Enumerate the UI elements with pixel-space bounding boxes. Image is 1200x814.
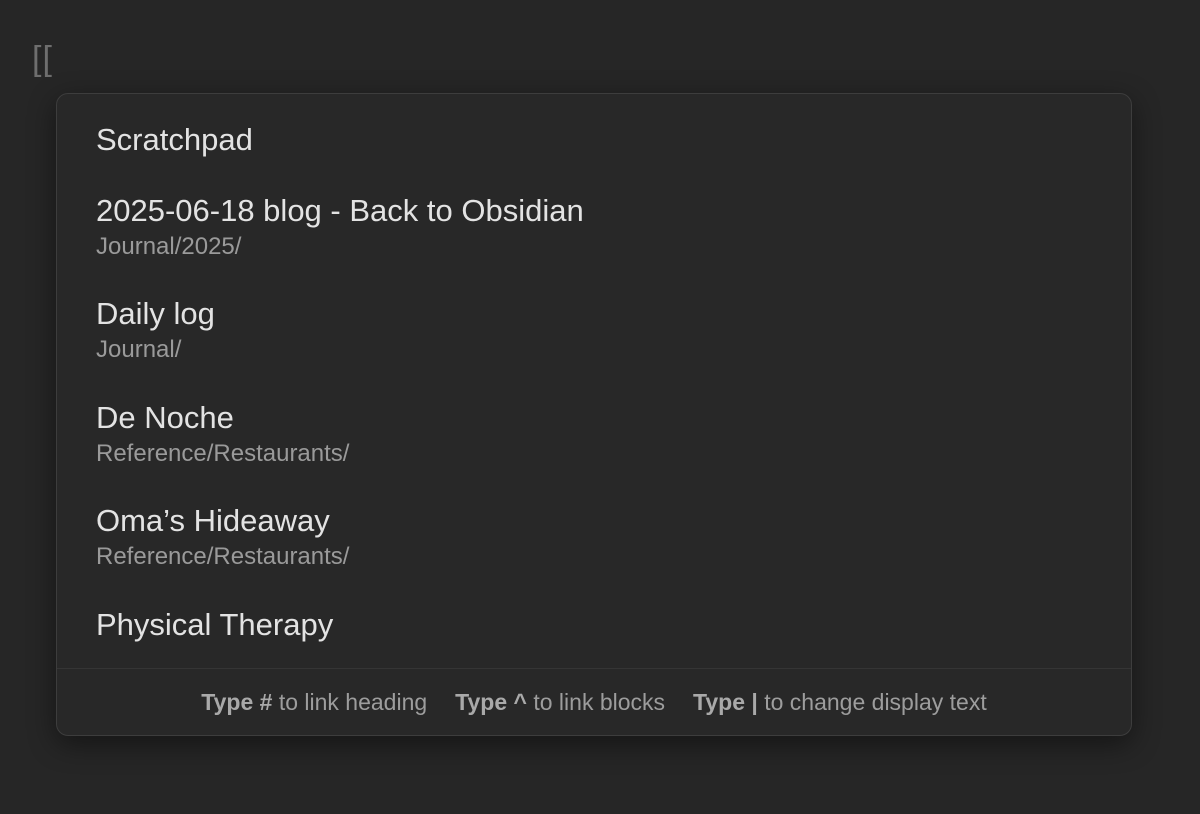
suggestion-item-blog-back-to-obsidian[interactable]: 2025-06-18 blog - Back to Obsidian Journ…: [96, 192, 1111, 262]
suggestion-title: Daily log: [96, 296, 215, 331]
hint-key: Type |: [693, 688, 758, 715]
suggestion-title: Oma’s Hideaway: [96, 503, 330, 538]
suggestion-title: Physical Therapy: [96, 607, 334, 642]
suggestion-title: 2025-06-18 blog - Back to Obsidian: [96, 193, 584, 228]
hint-link-heading: Type # to link heading: [201, 689, 427, 716]
suggestion-item-physical-therapy[interactable]: Physical Therapy: [96, 606, 1111, 644]
hint-key: Type #: [201, 688, 273, 715]
hint-link-blocks: Type ^ to link blocks: [455, 689, 665, 716]
hint-change-display-text: Type | to change display text: [693, 689, 987, 716]
link-suggestion-popup: Scratchpad 2025-06-18 blog - Back to Obs…: [56, 93, 1132, 736]
suggestion-item-daily-log[interactable]: Daily log Journal/: [96, 295, 1111, 365]
suggestion-item-de-noche[interactable]: De Noche Reference/Restaurants/: [96, 399, 1111, 469]
hint-key: Type ^: [455, 688, 527, 715]
editor-link-trigger-text: [[: [32, 40, 53, 78]
instructions-footer: Type # to link heading Type ^ to link bl…: [57, 668, 1131, 735]
suggestion-title: De Noche: [96, 400, 234, 435]
suggestion-path: Journal/: [96, 336, 182, 363]
hint-text: to change display text: [764, 688, 987, 715]
editor-pane[interactable]: [[ Scratchpad 2025-06-18 blog - Back to …: [0, 0, 1200, 814]
suggestion-item-scratchpad[interactable]: Scratchpad: [96, 121, 1111, 159]
suggestion-path: Journal/2025/: [96, 233, 242, 260]
suggestion-path: Reference/Restaurants/: [96, 440, 350, 467]
suggestion-path: Reference/Restaurants/: [96, 543, 350, 570]
suggestion-list: Scratchpad 2025-06-18 blog - Back to Obs…: [57, 94, 1131, 670]
hint-text: to link blocks: [533, 688, 666, 715]
suggestion-item-omas-hideaway[interactable]: Oma’s Hideaway Reference/Restaurants/: [96, 502, 1111, 572]
hint-text: to link heading: [278, 688, 428, 715]
suggestion-title: Scratchpad: [96, 122, 253, 157]
